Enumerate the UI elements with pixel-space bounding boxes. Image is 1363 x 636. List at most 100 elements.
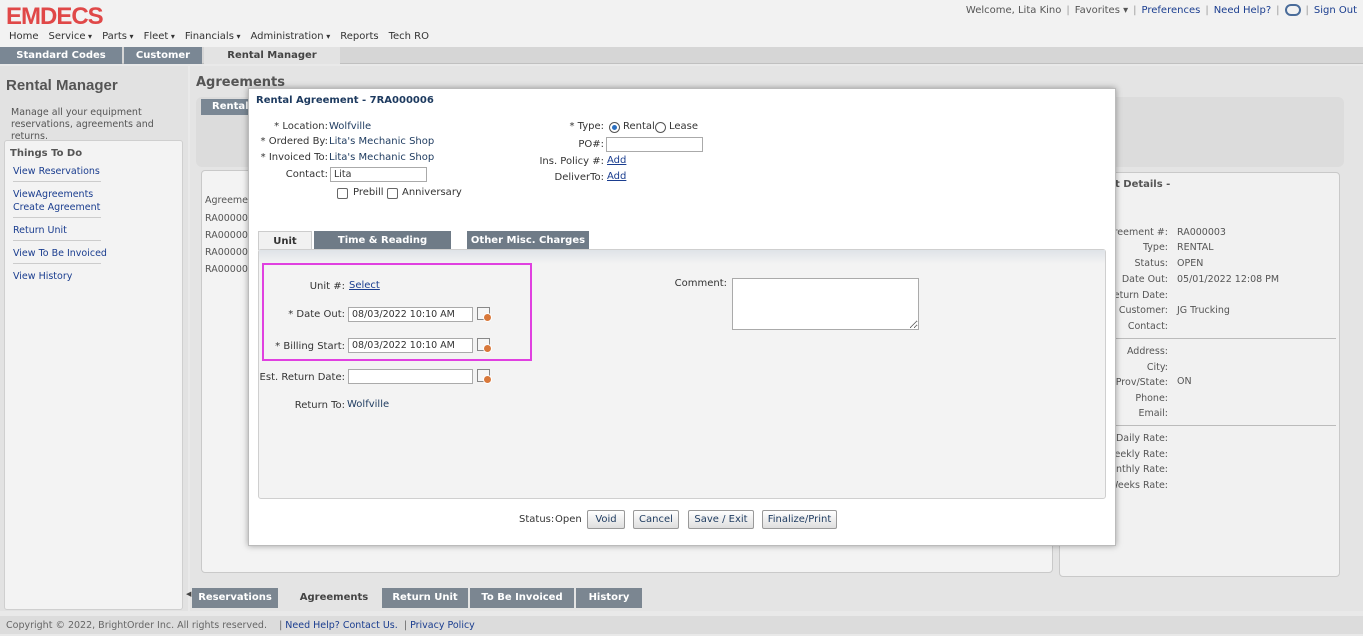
divider xyxy=(13,240,101,241)
tab-history[interactable]: History xyxy=(576,588,642,608)
tab-time-reading-charges[interactable]: Time & Reading Charges xyxy=(314,231,451,265)
ordered-by-label: * Ordered By: xyxy=(260,136,328,147)
list-item[interactable]: RA000001 xyxy=(205,247,254,258)
main-nav: Home Service Parts Fleet Financials Admi… xyxy=(9,31,429,42)
tab-agreements[interactable]: Agreements xyxy=(288,588,380,608)
po-input[interactable] xyxy=(606,137,703,152)
preferences-link[interactable]: Preferences xyxy=(1142,5,1201,16)
finalize-print-button[interactable]: Finalize/Print xyxy=(762,510,837,529)
divider xyxy=(13,181,101,182)
anniversary-checkbox[interactable] xyxy=(387,188,398,199)
contact-label: Contact: xyxy=(285,169,328,180)
dialog-title: Rental Agreement - 7RA000006 xyxy=(256,95,434,106)
footer: Copyright © 2022, BrightOrder Inc. All r… xyxy=(0,616,1363,634)
deliver-to-label: DeliverTo: xyxy=(554,172,605,183)
tab-customer[interactable]: Customer xyxy=(124,47,202,64)
nav-parts[interactable]: Parts xyxy=(102,31,134,42)
nav-tech-ro[interactable]: Tech RO xyxy=(389,31,429,42)
cancel-button[interactable]: Cancel xyxy=(633,510,679,529)
billing-start-label: * Billing Start: xyxy=(275,341,345,352)
prebill-label: Prebill xyxy=(353,187,384,198)
link-return-unit[interactable]: Return Unit xyxy=(13,225,67,236)
invoiced-to-label: * Invoiced To: xyxy=(260,152,328,163)
type-rental-label: Rental xyxy=(623,121,655,132)
app-logo: EMDECS xyxy=(6,3,104,30)
date-out-label: * Date Out: xyxy=(288,309,345,320)
things-to-do-title: Things To Do xyxy=(10,148,83,159)
detail-value: 05/01/2022 12:08 PM xyxy=(1177,274,1280,285)
return-to-value: Wolfville xyxy=(347,399,390,410)
type-lease-radio[interactable] xyxy=(655,122,666,133)
nav-reports[interactable]: Reports xyxy=(340,31,378,42)
favorites-label: Favorites xyxy=(1074,4,1120,16)
sign-out-link[interactable]: Sign Out xyxy=(1314,5,1357,16)
status-label: Status: xyxy=(519,514,555,525)
scroll-left-icon[interactable]: ◀ xyxy=(186,588,191,608)
need-help-link[interactable]: Need Help? xyxy=(1214,5,1271,16)
prebill-checkbox[interactable] xyxy=(337,188,348,199)
tab-rental-manager[interactable]: Rental Manager xyxy=(204,47,340,64)
tab-to-be-invoiced[interactable]: To Be Invoiced xyxy=(470,588,574,608)
tab-other-misc-charges[interactable]: Other Misc. Charges xyxy=(467,231,589,250)
tab-standard-codes[interactable]: Standard Codes xyxy=(0,47,122,64)
list-item[interactable]: RA000009 xyxy=(205,230,254,241)
link-view-history[interactable]: View History xyxy=(13,271,72,282)
save-exit-button[interactable]: Save / Exit xyxy=(688,510,754,529)
calendar-icon[interactable] xyxy=(477,307,492,322)
location-value: Wolfville xyxy=(329,121,372,132)
location-label: * Location: xyxy=(274,121,328,132)
nav-financials[interactable]: Financials xyxy=(185,31,241,42)
tab-return-unit[interactable]: Return Unit xyxy=(382,588,468,608)
return-to-label: Return To: xyxy=(294,400,345,411)
ins-policy-label: Ins. Policy #: xyxy=(539,156,604,167)
list-item[interactable]: RA000008 xyxy=(205,264,254,275)
type-label: * Type: xyxy=(569,121,604,132)
privacy-policy-link[interactable]: Privacy Policy xyxy=(410,620,475,631)
type-rental-radio[interactable] xyxy=(609,122,620,133)
type-lease-label: Lease xyxy=(669,121,699,132)
page-description: Manage all your equipment reservations, … xyxy=(11,107,154,142)
divider: | xyxy=(1276,4,1280,16)
link-view-to-be-invoiced[interactable]: View To Be Invoiced xyxy=(13,248,107,259)
link-create-agreement[interactable]: Create Agreement xyxy=(13,202,100,213)
divider xyxy=(1114,425,1336,426)
calendar-icon[interactable] xyxy=(477,338,492,353)
page-title: Rental Manager xyxy=(6,77,118,94)
deliver-to-add-link[interactable]: Add xyxy=(607,171,626,182)
chat-icon[interactable] xyxy=(1284,4,1301,16)
rental-agreement-dialog: Rental Agreement - 7RA000006 * Location:… xyxy=(248,88,1116,546)
ins-policy-add-link[interactable]: Add xyxy=(607,155,626,166)
est-return-date-input[interactable] xyxy=(348,369,473,384)
contact-input[interactable] xyxy=(330,167,427,182)
divider: | xyxy=(1133,4,1137,16)
comment-textarea[interactable] xyxy=(732,278,919,330)
calendar-icon[interactable] xyxy=(477,369,492,384)
date-out-input[interactable] xyxy=(348,307,473,322)
billing-start-input[interactable] xyxy=(348,338,473,353)
left-panel: Rental Manager Manage all your equipment… xyxy=(0,66,188,611)
favorites-menu[interactable]: Favorites ▾ xyxy=(1075,5,1128,16)
header: EMDECS Home Service Parts Fleet Financia… xyxy=(0,0,1363,48)
comment-label: Comment: xyxy=(674,278,727,289)
void-button[interactable]: Void xyxy=(587,510,625,529)
details-title: t Details - xyxy=(1115,179,1171,190)
detail-value: ON xyxy=(1177,376,1192,387)
top-links: Welcome, Lita Kino | Favorites ▾ | Prefe… xyxy=(966,4,1357,16)
unit-label: Unit #: xyxy=(309,281,345,292)
tab-reservations[interactable]: Reservations xyxy=(192,588,278,608)
list-item[interactable]: RA000003 xyxy=(205,213,254,224)
top-tab-bar: Standard Codes Customer Rental Manager xyxy=(0,47,1363,64)
tab-unit[interactable]: Unit xyxy=(258,231,312,250)
divider: | xyxy=(1205,4,1209,16)
est-return-date-label: Est. Return Date: xyxy=(259,372,345,383)
link-view-agreements[interactable]: ViewAgreements xyxy=(13,189,93,200)
nav-home[interactable]: Home xyxy=(9,31,39,42)
chevron-down-icon: ▾ xyxy=(1123,4,1129,16)
contact-us-link[interactable]: Need Help? Contact Us. xyxy=(285,620,397,631)
unit-select-link[interactable]: Select xyxy=(349,280,380,291)
detail-value: OPEN xyxy=(1177,258,1204,269)
link-view-reservations[interactable]: View Reservations xyxy=(13,166,100,177)
nav-administration[interactable]: Administration xyxy=(250,31,330,42)
nav-service[interactable]: Service xyxy=(49,31,93,42)
nav-fleet[interactable]: Fleet xyxy=(144,31,175,42)
